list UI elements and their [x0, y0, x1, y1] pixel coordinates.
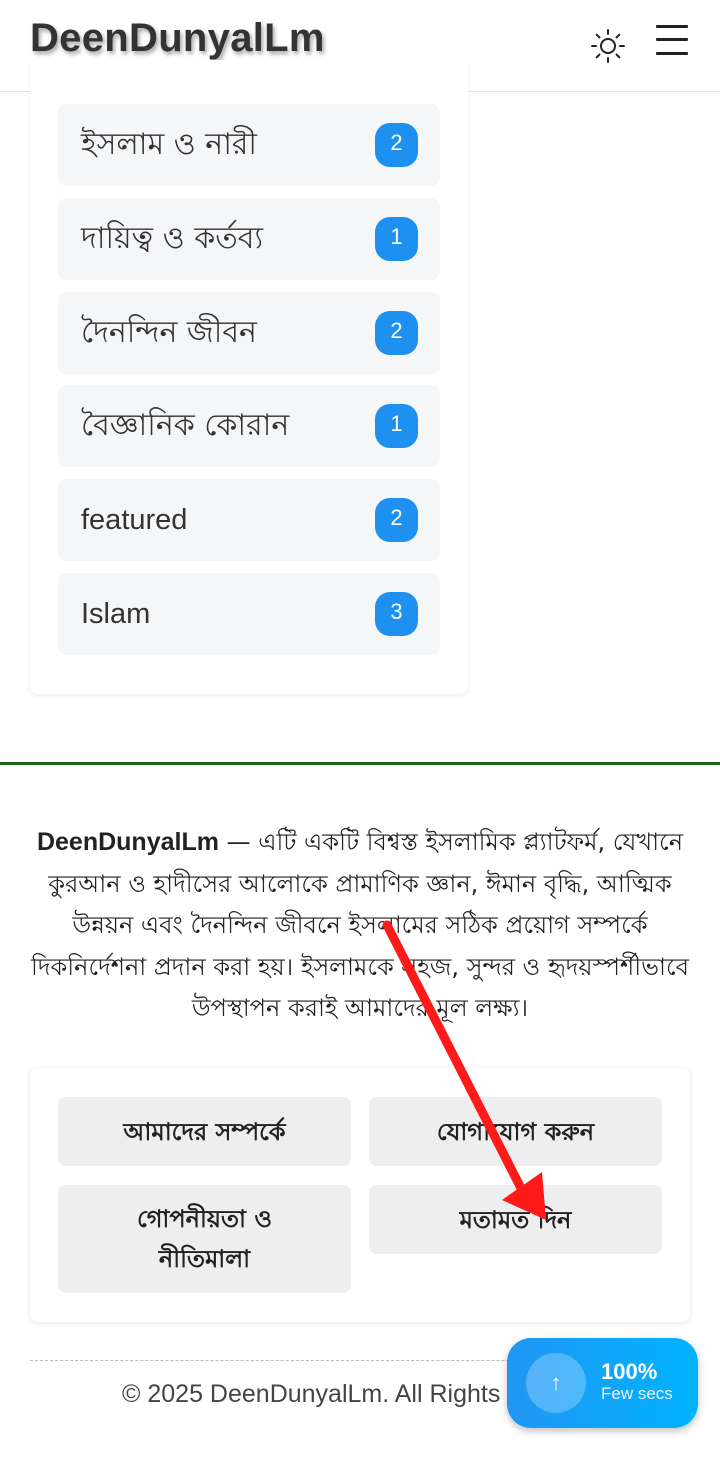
tag-label: featured	[81, 504, 188, 536]
tags-card: ইসলাম ও নারী 2 দায়িত্ব ও কর্তব্য 1 দৈনন…	[30, 60, 468, 694]
contact-link[interactable]: যোগাযোগ করুন	[369, 1097, 662, 1166]
theme-toggle-button[interactable]	[588, 26, 628, 66]
footer-about-text: DeenDunyalLm — এটি একটি বিশ্বস্ত ইসলামিক…	[28, 822, 692, 1030]
tag-label: বৈজ্ঞানিক কোরান	[81, 408, 290, 443]
tag-item-featured[interactable]: featured 2	[58, 479, 440, 561]
tag-item-islam-and-women[interactable]: ইসলাম ও নারী 2	[58, 104, 440, 186]
footer-divider	[0, 762, 720, 765]
about-us-link[interactable]: আমাদের সম্পর্কে	[58, 1097, 351, 1166]
arrow-up-icon: ↑	[550, 1370, 562, 1395]
footer-links-card: আমাদের সম্পর্কে যোগাযোগ করুন গোপনীয়তা ও…	[30, 1068, 690, 1322]
scroll-to-top-button[interactable]: ↑	[526, 1353, 586, 1413]
progress-percent: 100%	[601, 1359, 658, 1384]
tag-count-badge: 2	[375, 311, 418, 355]
reading-progress-widget[interactable]: ↑ 100% Few secs	[507, 1338, 698, 1428]
tag-count-badge: 2	[375, 498, 418, 542]
tag-label: Islam	[81, 598, 151, 630]
menu-button[interactable]	[652, 22, 692, 62]
footer-brand: DeenDunyalLm	[36, 828, 219, 856]
tag-label: দৈনন্দিন জীবন	[81, 315, 257, 350]
reading-time-left: Few secs	[601, 1384, 673, 1403]
privacy-policy-link[interactable]: গোপনীয়তা ও নীতিমালা	[58, 1185, 351, 1293]
tag-item-duties[interactable]: দায়িত্ব ও কর্তব্য 1	[58, 198, 440, 280]
tag-item-daily-life[interactable]: দৈনন্দিন জীবন 2	[58, 292, 440, 374]
tag-item-islam[interactable]: Islam 3	[58, 573, 440, 655]
tag-count-badge: 1	[375, 404, 418, 448]
tag-count-badge: 3	[375, 592, 418, 636]
feedback-link[interactable]: মতামত দিন	[369, 1185, 662, 1254]
footer-about-description: — এটি একটি বিশ্বস্ত ইসলামিক প্ল্যাটফর্ম,…	[31, 828, 689, 1022]
tag-label: দায়িত্ব ও কর্তব্য	[81, 221, 264, 256]
tag-count-badge: 2	[375, 123, 418, 167]
site-logo[interactable]: DeenDunyalLm	[30, 16, 325, 61]
tag-item-scientific-quran[interactable]: বৈজ্ঞানিক কোরান 1	[58, 385, 440, 467]
tag-count-badge: 1	[375, 217, 418, 261]
tag-label: ইসলাম ও নারী	[81, 127, 257, 162]
sun-icon	[591, 29, 625, 63]
